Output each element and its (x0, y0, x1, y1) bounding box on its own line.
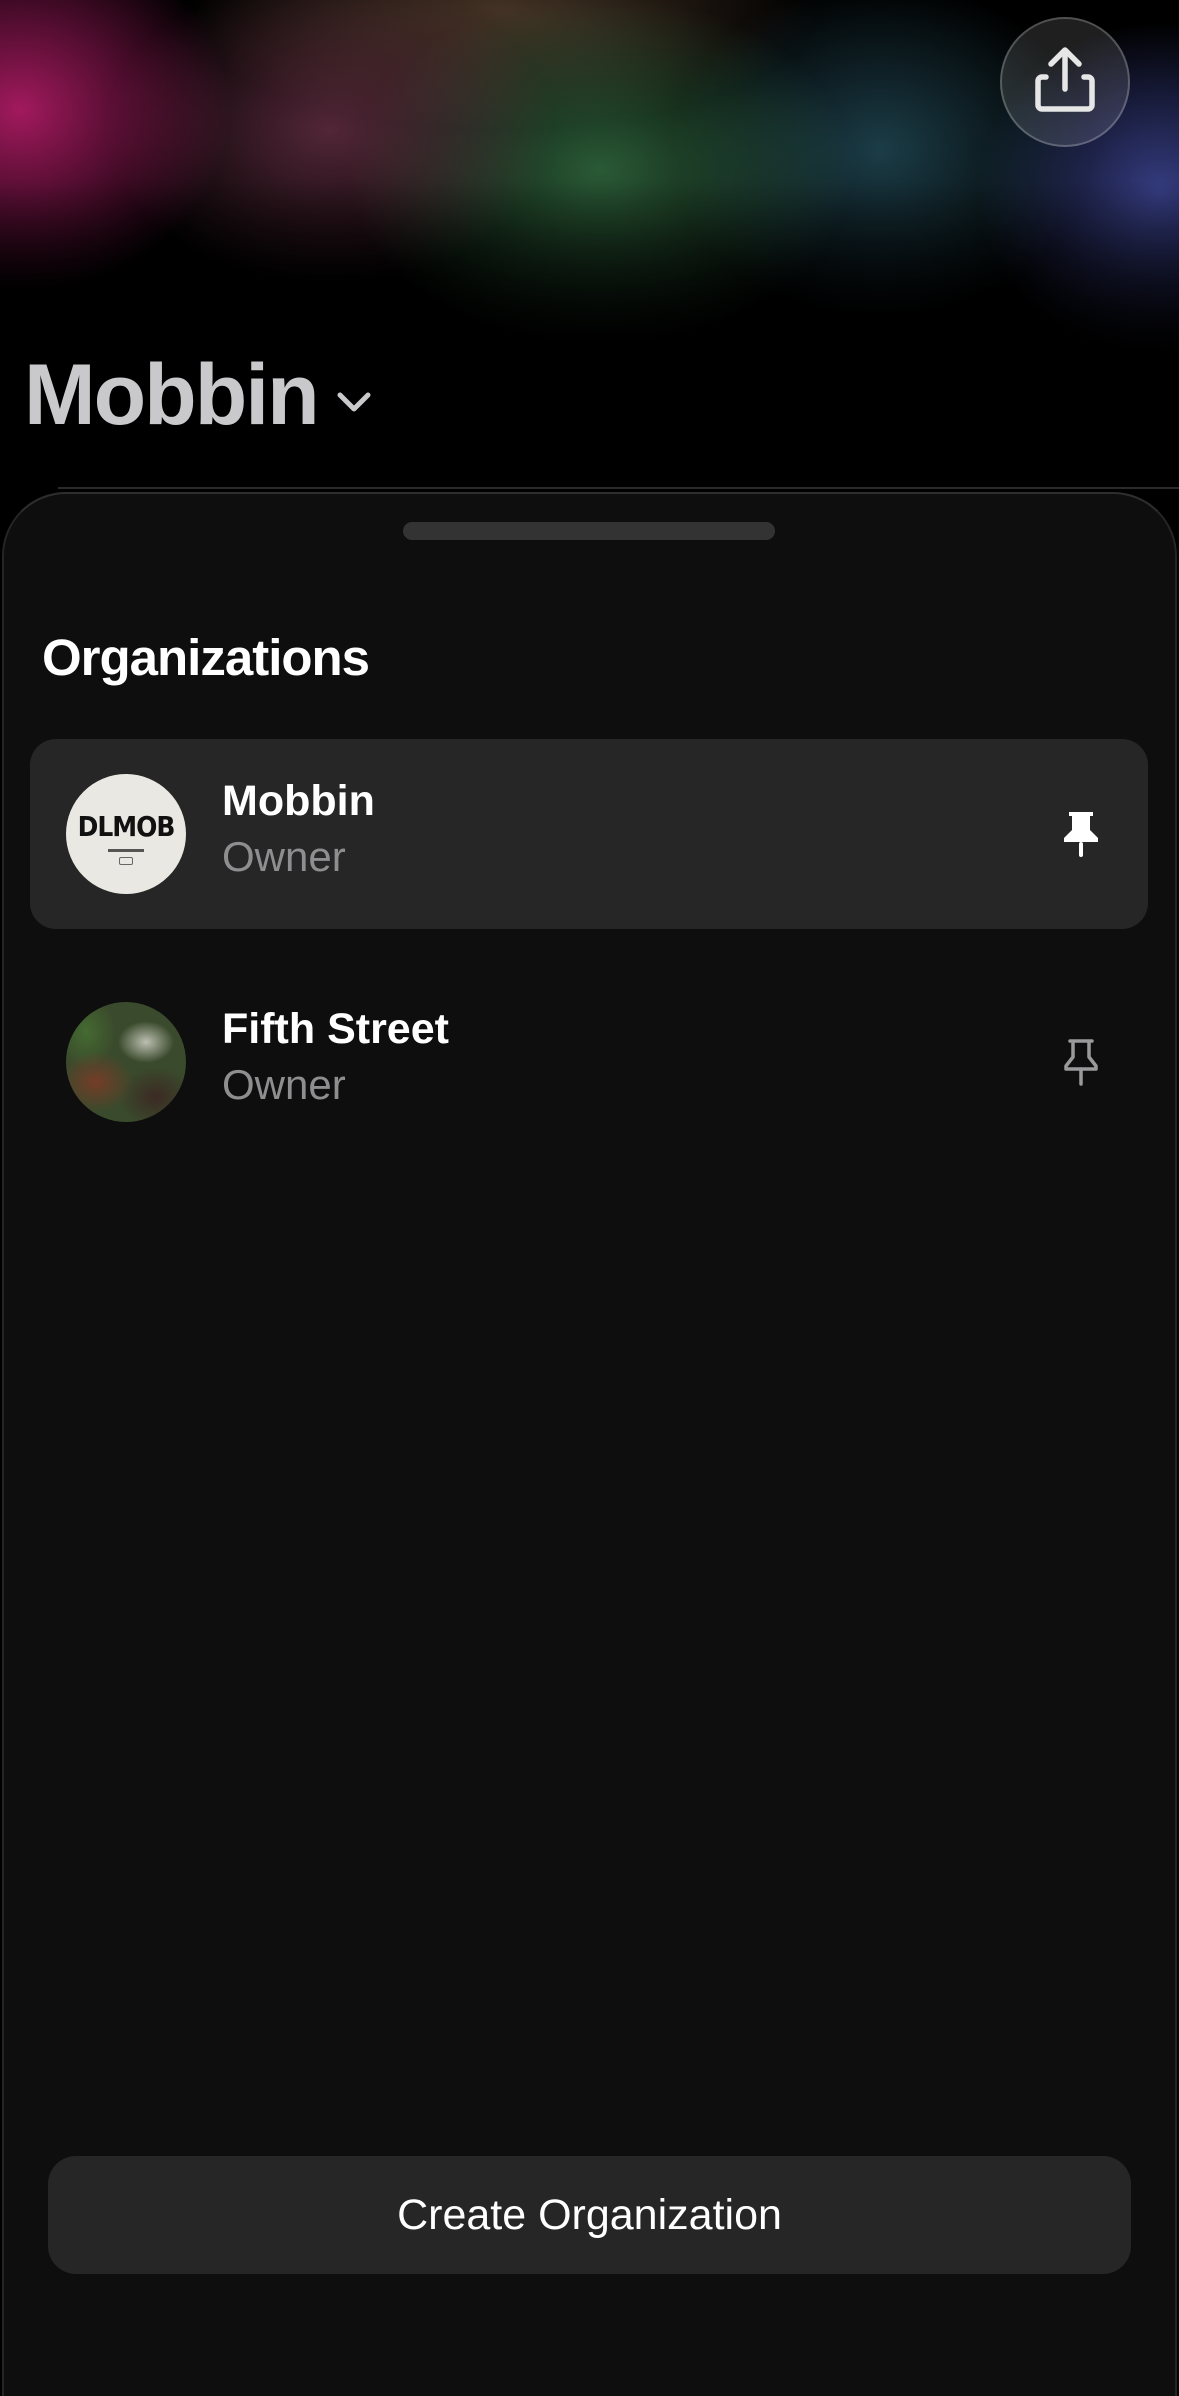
avatar-logo-mark (119, 856, 133, 865)
organization-avatar-photo (66, 1002, 186, 1122)
background-sheet-edge (58, 487, 1179, 489)
organization-name: Fifth Street (222, 1005, 449, 1053)
organization-name: Mobbin (222, 777, 375, 825)
chevron-down-icon (336, 391, 372, 413)
share-icon (1032, 45, 1098, 120)
organization-role: Owner (222, 833, 346, 880)
current-organization-title: Mobbin (24, 347, 320, 443)
organization-row-mobbin[interactable]: DLMOB Mobbin Owner (30, 739, 1148, 929)
organization-role: Owner (222, 1061, 346, 1108)
avatar-logo-text: DLMOB (77, 810, 176, 842)
create-organization-button[interactable]: Create Organization (48, 2156, 1131, 2274)
organization-switcher[interactable]: Mobbin (24, 340, 372, 450)
share-button[interactable] (1000, 17, 1130, 147)
pin-filled-icon[interactable] (1051, 804, 1111, 864)
sheet-grabber-handle[interactable] (403, 522, 775, 540)
organization-row-fifth-street[interactable]: Fifth Street Owner (30, 967, 1148, 1157)
organization-avatar: DLMOB (66, 774, 186, 894)
avatar-logo-subline (108, 848, 144, 852)
organization-switcher-screen: Mobbin Organizations DLMOB Mobbin Owner … (0, 0, 1179, 2396)
section-title: Organizations (42, 629, 370, 686)
pin-outline-icon[interactable] (1051, 1032, 1111, 1092)
